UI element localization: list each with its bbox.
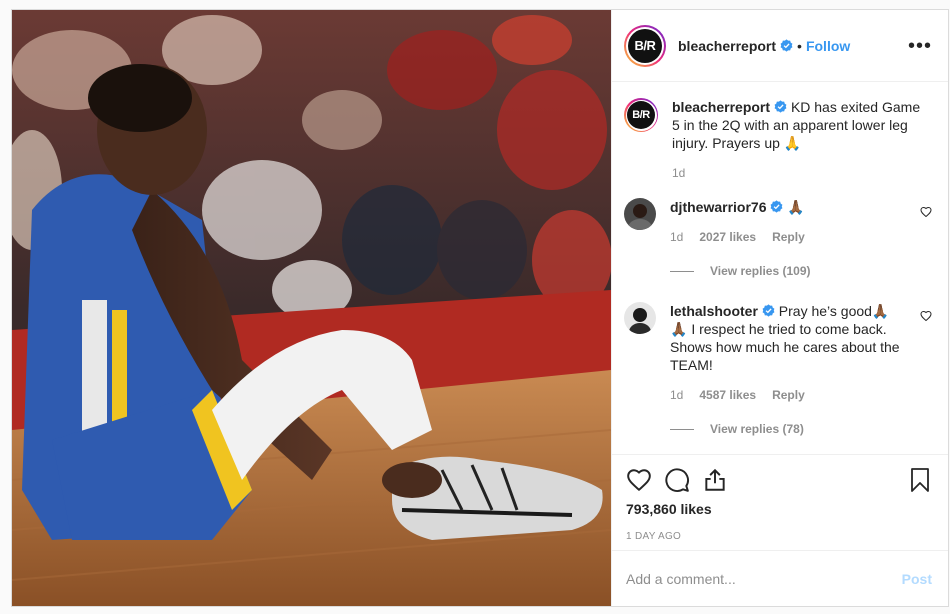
post-image bbox=[12, 10, 611, 606]
post-sidebar: B/R bleacherreport • Follow ••• B/R blea… bbox=[611, 10, 948, 606]
view-replies-label: View replies (78) bbox=[710, 422, 804, 436]
verified-icon bbox=[780, 39, 793, 52]
heart-icon[interactable] bbox=[626, 467, 652, 493]
post-photo[interactable] bbox=[12, 10, 611, 606]
verified-icon bbox=[762, 304, 775, 317]
comments-list: B/R bleacherreport KD has exited Game 5 … bbox=[612, 82, 948, 454]
comment-meta: 1d 2027 likes Reply bbox=[670, 228, 902, 246]
replies-divider bbox=[670, 270, 694, 272]
avatar[interactable] bbox=[624, 302, 656, 334]
reply-button[interactable]: Reply bbox=[772, 386, 805, 404]
follow-button[interactable]: Follow bbox=[806, 38, 850, 54]
verified-icon bbox=[771, 200, 783, 213]
avatar[interactable] bbox=[624, 198, 656, 230]
caption-avatar[interactable]: B/R bbox=[624, 98, 658, 132]
header-username[interactable]: bleacherreport bbox=[678, 38, 776, 54]
comment-input[interactable] bbox=[626, 570, 902, 587]
view-replies-button[interactable]: View replies (109) bbox=[670, 262, 902, 280]
comment-time: 1d bbox=[670, 388, 684, 402]
comment-row: lethalshooter Pray he’s good🙏🏾🙏🏾 I respe… bbox=[624, 302, 932, 438]
post-actions: 793,860 likes 1 DAY AGO bbox=[612, 454, 948, 550]
br-logo: B/R bbox=[628, 28, 662, 63]
more-options-icon[interactable]: ••• bbox=[908, 36, 932, 56]
comment-body: lethalshooter Pray he’s good🙏🏾🙏🏾 I respe… bbox=[670, 302, 902, 438]
view-replies-button[interactable]: View replies (78) bbox=[670, 420, 902, 438]
comment-likes[interactable]: 4587 likes bbox=[699, 386, 756, 404]
profile-avatar[interactable]: B/R bbox=[624, 24, 666, 67]
view-replies-label: View replies (109) bbox=[710, 264, 811, 278]
comment-icon[interactable] bbox=[664, 467, 690, 493]
heart-icon[interactable] bbox=[920, 206, 932, 218]
bookmark-icon[interactable] bbox=[908, 467, 932, 493]
heart-icon[interactable] bbox=[920, 310, 932, 322]
caption-time: 1d bbox=[672, 166, 686, 180]
share-icon[interactable] bbox=[702, 467, 728, 493]
replies-divider bbox=[670, 428, 694, 430]
reply-button[interactable]: Reply bbox=[772, 228, 805, 246]
likes-count[interactable]: 793,860 likes bbox=[626, 501, 932, 517]
comment-likes[interactable]: 2027 likes bbox=[699, 228, 756, 246]
verified-icon bbox=[774, 100, 787, 113]
caption-body: bleacherreport KD has exited Game 5 in t… bbox=[672, 98, 928, 182]
comment-body: djthewarrior76 🙏🏾 1d 2027 likes Reply Vi… bbox=[670, 198, 902, 280]
caption-username[interactable]: bleacherreport bbox=[672, 99, 770, 115]
comment-text: 🙏🏾 bbox=[787, 199, 805, 215]
post-header: B/R bleacherreport • Follow ••• bbox=[612, 10, 948, 82]
add-comment-bar: Post bbox=[612, 550, 948, 606]
caption-meta: 1d bbox=[672, 164, 928, 182]
comment-row: djthewarrior76 🙏🏾 1d 2027 likes Reply Vi… bbox=[624, 198, 932, 280]
comment-username[interactable]: lethalshooter bbox=[670, 303, 758, 319]
separator-dot: • bbox=[797, 37, 802, 54]
instagram-post: B/R bleacherreport • Follow ••• B/R blea… bbox=[11, 9, 949, 607]
post-time: 1 DAY AGO bbox=[626, 531, 682, 542]
comment-meta: 1d 4587 likes Reply bbox=[670, 386, 902, 404]
comment-time: 1d bbox=[670, 230, 684, 244]
comment-username[interactable]: djthewarrior76 bbox=[670, 199, 766, 215]
caption-row: B/R bleacherreport KD has exited Game 5 … bbox=[624, 98, 932, 182]
action-icons bbox=[626, 463, 932, 497]
br-logo-small: B/R bbox=[627, 101, 655, 129]
post-comment-button[interactable]: Post bbox=[902, 571, 932, 587]
